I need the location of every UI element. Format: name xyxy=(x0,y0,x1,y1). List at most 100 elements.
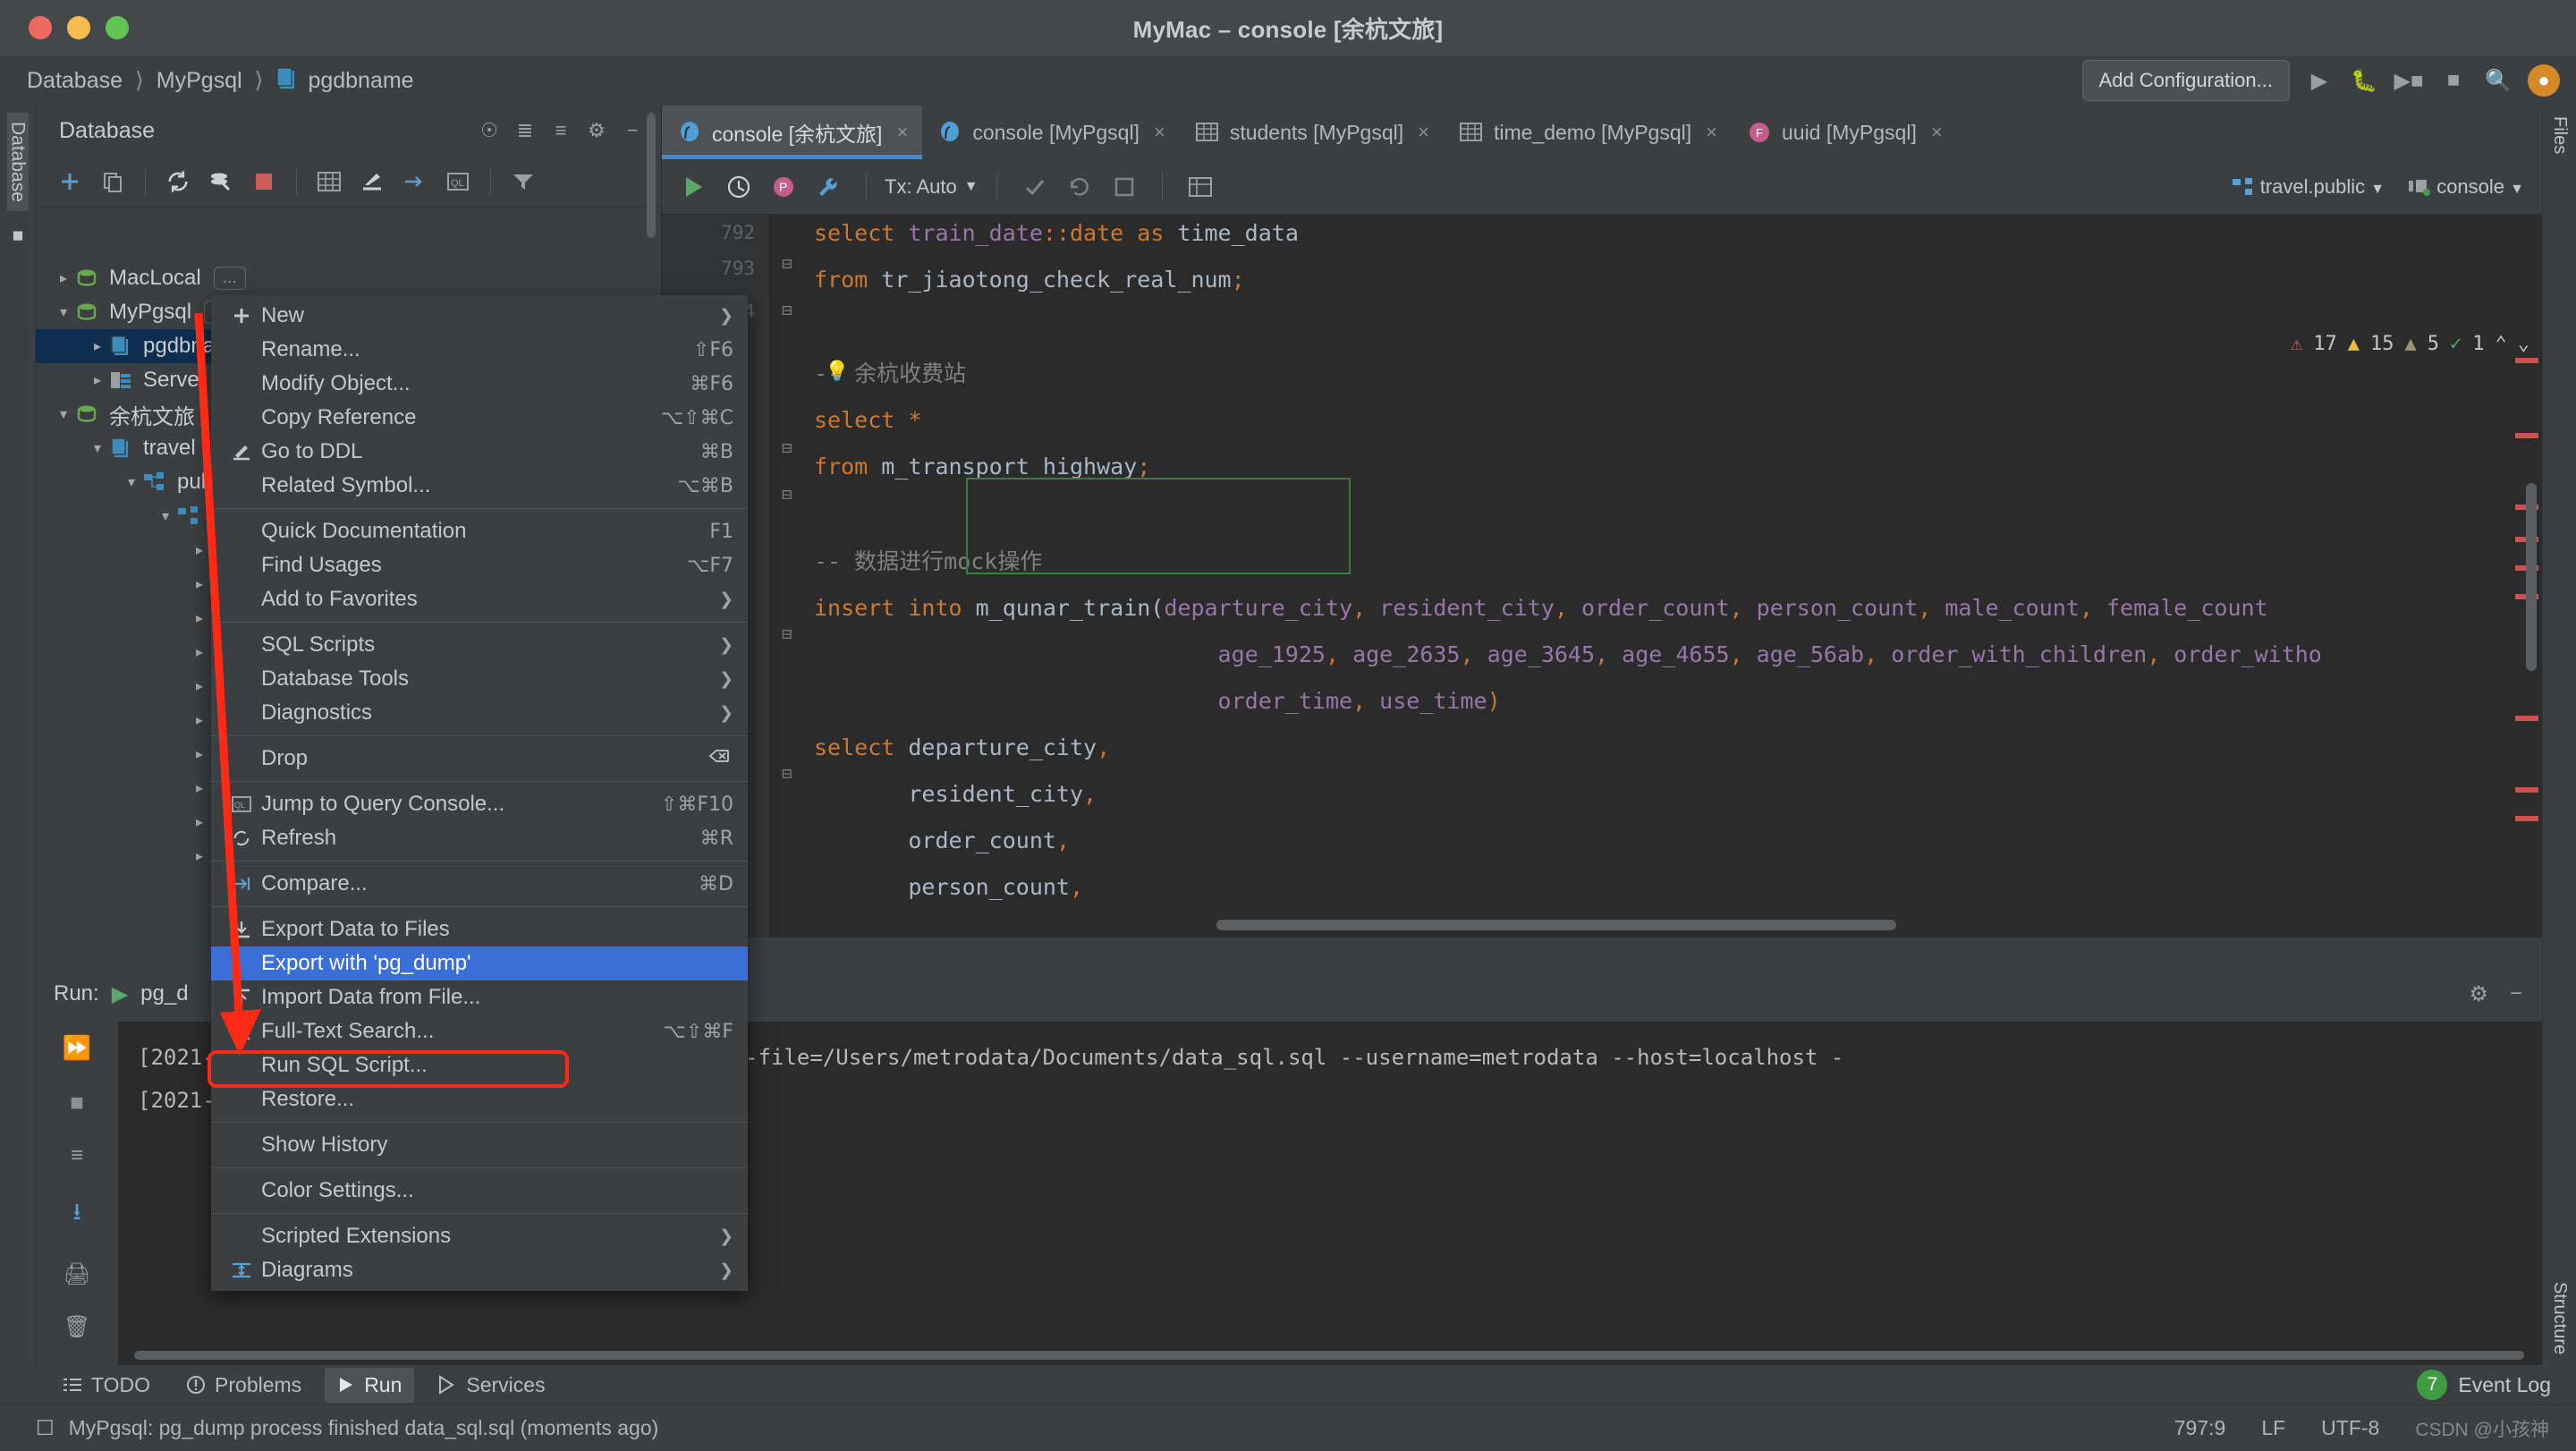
wrench-icon[interactable] xyxy=(809,167,848,207)
error-stripe-mark[interactable] xyxy=(2515,787,2538,793)
fold-marker[interactable]: ⊟ xyxy=(782,254,792,274)
menu-item[interactable]: Import Data from File... xyxy=(211,980,748,1014)
rollback-icon[interactable] xyxy=(1060,167,1099,207)
modify-icon[interactable] xyxy=(201,162,241,201)
menu-item[interactable]: Diagrams ❯ xyxy=(211,1253,748,1287)
fold-marker[interactable]: ⊟ xyxy=(782,301,792,320)
menu-item[interactable]: Rename... ⇧F6 xyxy=(211,333,748,367)
chevron-down-icon[interactable]: ▾ xyxy=(52,405,75,423)
menu-item[interactable]: Drop xyxy=(211,742,748,776)
close-tab-icon[interactable]: × xyxy=(1706,121,1717,144)
settings-gear-icon[interactable]: ⚙ xyxy=(579,113,614,148)
sidebar-item-files[interactable]: Files xyxy=(2549,106,2570,165)
commit-icon[interactable] xyxy=(1015,167,1055,207)
previous-problem-icon[interactable]: ⌃ xyxy=(2496,333,2507,355)
rerun-icon[interactable]: ⏩ xyxy=(63,1034,91,1062)
caret-position[interactable]: 797:9 xyxy=(2174,1416,2226,1440)
collapse-all-icon[interactable]: ≡ xyxy=(543,113,579,148)
session-selector[interactable]: console ▼ xyxy=(2408,175,2524,199)
event-log-button[interactable]: Event Log xyxy=(2458,1373,2551,1397)
file-encoding[interactable]: UTF-8 xyxy=(2321,1416,2379,1440)
chevron-right-icon[interactable]: ▸ xyxy=(188,575,211,593)
close-tab-icon[interactable]: × xyxy=(1418,121,1429,144)
debug-icon[interactable]: 🐛 xyxy=(2349,65,2379,96)
chevron-right-icon[interactable]: ▸ xyxy=(86,337,109,355)
execute-icon[interactable] xyxy=(674,167,714,207)
tool-window-button[interactable]: Problems xyxy=(174,1368,314,1403)
fold-marker[interactable]: ⊟ xyxy=(782,764,792,784)
table-icon[interactable] xyxy=(309,162,349,201)
trash-icon[interactable]: 🗑 xyxy=(64,1314,90,1340)
refresh-icon[interactable] xyxy=(158,162,198,201)
breadcrumb-item-pgdbname[interactable]: pgdbname xyxy=(308,68,413,94)
menu-item[interactable]: Diagnostics ❯ xyxy=(211,696,748,730)
menu-item[interactable]: SQL Scripts ❯ xyxy=(211,628,748,662)
sidebar-item-database[interactable]: Database xyxy=(6,113,29,211)
editor-vertical-scrollbar[interactable] xyxy=(2526,483,2537,671)
inspection-summary[interactable]: ⚠ 17 ▲ 15 ▲ 5 ✓ 1 ⌃ ⌄ xyxy=(2291,333,2529,355)
menu-item[interactable]: Copy Reference ⌥⇧⌘C xyxy=(211,401,748,435)
editor-tab[interactable]: console [MyPgsql] × xyxy=(922,106,1180,159)
menu-item[interactable]: Show History xyxy=(211,1128,748,1162)
sidebar-item-structure-left[interactable]: ■ xyxy=(7,216,29,255)
copy-icon[interactable] xyxy=(93,162,132,201)
chevron-down-icon[interactable]: ▾ xyxy=(52,303,75,321)
intention-bulb-icon[interactable]: 💡 xyxy=(825,361,849,383)
menu-item[interactable]: Export Data to Files xyxy=(211,912,748,946)
stop-icon[interactable]: ■ xyxy=(2438,65,2469,96)
filter-icon[interactable] xyxy=(504,162,543,201)
code-editor[interactable]: 792 793 794 ⊟ ⊟ ⊟ ⊟ ⊟ ⊟ select train_dat… xyxy=(662,215,2542,938)
account-avatar[interactable]: ● xyxy=(2528,64,2560,97)
search-icon[interactable]: 🔍 xyxy=(2483,65,2513,96)
editor-tab[interactable]: students [MyPgsql] × xyxy=(1180,106,1444,159)
chevron-right-icon[interactable]: ▸ xyxy=(52,269,75,287)
editor-tab[interactable]: Fuuid [MyPgsql] × xyxy=(1732,106,1957,159)
menu-item[interactable]: Modify Object... ⌘F6 xyxy=(211,367,748,401)
chevron-right-icon[interactable]: ▸ xyxy=(86,371,109,389)
wrap-icon[interactable]: ≡ xyxy=(71,1143,83,1168)
schema-selector[interactable]: travel.public ▼ xyxy=(2232,175,2385,199)
scroll-to-end-icon[interactable]: ⭳ xyxy=(72,1195,80,1235)
error-stripe-mark[interactable] xyxy=(2515,716,2538,721)
chevron-right-icon[interactable]: ▸ xyxy=(188,813,211,831)
chevron-right-icon[interactable]: ▸ xyxy=(188,779,211,797)
tool-window-button[interactable]: TODO xyxy=(50,1368,163,1403)
close-tab-icon[interactable]: × xyxy=(896,121,908,144)
run-config-name[interactable]: pg_d xyxy=(140,981,188,1006)
chevron-right-icon[interactable]: ▸ xyxy=(188,745,211,763)
chevron-right-icon[interactable]: ▸ xyxy=(188,609,211,627)
explain-plan-icon[interactable]: P xyxy=(764,167,803,207)
stop-icon[interactable] xyxy=(244,162,284,201)
menu-item[interactable]: Add to Favorites ❯ xyxy=(211,582,748,616)
fold-marker[interactable]: ⊟ xyxy=(782,624,792,644)
breadcrumb-item-database[interactable]: Database xyxy=(27,68,123,94)
menu-item[interactable]: Database Tools ❯ xyxy=(211,662,748,696)
stop-icon[interactable]: ■ xyxy=(70,1089,84,1116)
tool-window-button[interactable]: Run xyxy=(325,1367,415,1403)
menu-item[interactable]: New ❯ xyxy=(211,299,748,333)
chevron-right-icon[interactable]: ▸ xyxy=(188,541,211,559)
chevron-right-icon[interactable]: ▸ xyxy=(188,643,211,661)
editor-horizontal-scrollbar[interactable] xyxy=(1216,920,1896,930)
menu-item[interactable]: Compare... ⌘D xyxy=(211,867,748,901)
chevron-down-icon[interactable]: ▾ xyxy=(154,507,177,525)
hide-panel-icon[interactable]: − xyxy=(2510,981,2522,1007)
context-menu[interactable]: New ❯ Rename... ⇧F6 Modify Object... ⌘F6 Copy … xyxy=(211,295,748,1291)
next-problem-icon[interactable]: ⌄ xyxy=(2518,333,2529,355)
menu-item[interactable]: Quick Documentation F1 xyxy=(211,514,748,548)
data-source-properties-icon[interactable]: ☉ xyxy=(471,113,507,148)
error-stripe-mark[interactable] xyxy=(2515,358,2538,363)
tree-vertical-scrollbar[interactable] xyxy=(647,113,656,238)
sidebar-item-structure-right[interactable]: Structure xyxy=(2549,1271,2570,1365)
settings-gear-icon[interactable]: ⚙ xyxy=(2469,981,2488,1007)
edit-icon[interactable] xyxy=(352,162,392,201)
menu-item[interactable]: Refresh ⌘R xyxy=(211,821,748,855)
run-icon[interactable]: ▶ xyxy=(2304,65,2334,96)
menu-item[interactable]: QL Jump to Query Console... ⇧⌘F10 xyxy=(211,787,748,821)
ddl-icon[interactable]: QL xyxy=(438,162,478,201)
menu-item[interactable]: Find Usages ⌥F7 xyxy=(211,548,748,582)
transaction-mode-selector[interactable]: Tx: Auto ▼ xyxy=(885,175,979,199)
add-configuration-button[interactable]: Add Configuration... xyxy=(2081,60,2290,101)
history-icon[interactable] xyxy=(719,167,758,207)
menu-item[interactable]: Restore... xyxy=(211,1082,748,1116)
